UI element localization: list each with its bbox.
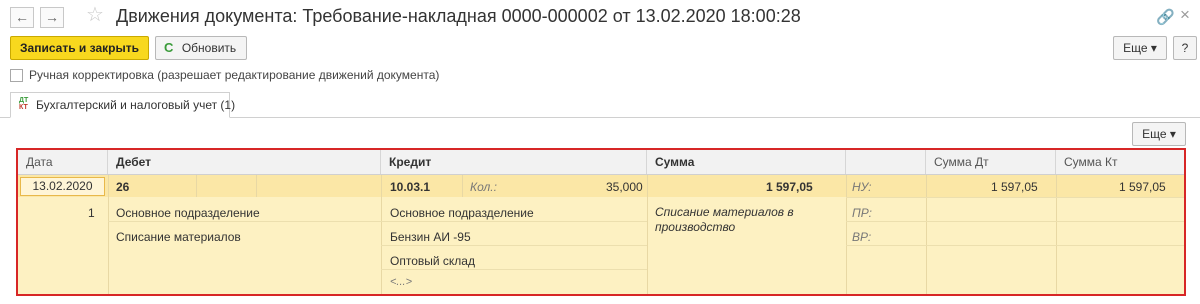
credit-subconto-4[interactable]: <...> xyxy=(390,276,412,288)
refresh-label: Обновить xyxy=(181,41,237,55)
grid-divider xyxy=(647,175,648,294)
grid-divider xyxy=(381,269,647,270)
manual-correction-label: Ручная корректировка (разрешает редактир… xyxy=(29,68,440,82)
grid-more-actions-button[interactable]: Еще ▾ xyxy=(1132,122,1186,146)
refresh-button[interactable]: C Обновить xyxy=(155,36,247,60)
debit-account[interactable]: 26 xyxy=(116,180,129,194)
quantity-value[interactable]: 35,000 xyxy=(606,180,643,194)
grid-divider xyxy=(196,175,197,197)
link-icon[interactable]: 🔗 xyxy=(1156,8,1175,26)
back-button[interactable]: ← xyxy=(10,7,34,28)
date-cell[interactable]: 13.02.2020 xyxy=(20,177,105,196)
dt-label: ДТ xyxy=(19,97,29,104)
forward-button[interactable]: → xyxy=(40,7,64,28)
grid-divider xyxy=(108,175,109,294)
column-header-amount-dt[interactable]: Сумма Дт xyxy=(926,150,1056,174)
quantity-label: Кол.: xyxy=(470,180,497,194)
tax-label-pr: ПР: xyxy=(852,206,872,220)
column-header-tax-type[interactable] xyxy=(846,150,926,174)
posting-description[interactable]: Списание материалов в производство xyxy=(655,205,835,235)
amount-kt-value[interactable]: 1 597,05 xyxy=(1119,180,1166,194)
arrow-right-icon: → xyxy=(45,9,59,25)
grid-divider xyxy=(381,175,382,294)
refresh-icon: C xyxy=(164,40,174,55)
manual-correction-checkbox[interactable] xyxy=(10,69,23,82)
grid-divider xyxy=(1056,175,1057,294)
credit-subconto-1[interactable]: Основное подразделение xyxy=(390,206,534,220)
tax-label-nu: НУ: xyxy=(852,180,872,194)
grid-divider xyxy=(846,175,847,294)
amount-value[interactable]: 1 597,05 xyxy=(766,180,813,194)
dt-kt-icon: ДТ КТ xyxy=(19,97,28,111)
debit-subconto-2[interactable]: Списание материалов xyxy=(116,230,241,244)
save-and-close-button[interactable]: Записать и закрыть xyxy=(10,36,149,60)
tab-label: Бухгалтерский и налоговый учет (1) xyxy=(36,98,236,112)
debit-subconto-1[interactable]: Основное подразделение xyxy=(116,206,260,220)
credit-subconto-2[interactable]: Бензин АИ -95 xyxy=(390,230,471,244)
grid-divider xyxy=(926,175,927,294)
help-button[interactable]: ? xyxy=(1173,36,1197,60)
postings-grid[interactable]: Дата Дебет Кредит Сумма Сумма Дт Сумма К… xyxy=(16,148,1186,296)
credit-account[interactable]: 10.03.1 xyxy=(390,180,430,194)
grid-divider xyxy=(846,221,1184,222)
row-number: 1 xyxy=(88,206,95,220)
window-title: Движения документа: Требование-накладная… xyxy=(116,6,801,26)
grid-divider xyxy=(846,197,1184,198)
column-header-date[interactable]: Дата xyxy=(18,150,108,174)
grid-divider xyxy=(381,245,647,246)
tab-accounting-tax[interactable]: ДТ КТ Бухгалтерский и налоговый учет (1) xyxy=(10,92,235,118)
amount-dt-value[interactable]: 1 597,05 xyxy=(991,180,1038,194)
grid-header: Дата Дебет Кредит Сумма Сумма Дт Сумма К… xyxy=(18,150,1184,175)
more-actions-button[interactable]: Еще ▾ xyxy=(1113,36,1167,60)
grid-divider xyxy=(108,221,647,222)
favorite-star-icon[interactable]: ☆ xyxy=(86,4,104,26)
kt-label: КТ xyxy=(19,104,28,111)
credit-subconto-3[interactable]: Оптовый склад xyxy=(390,254,475,268)
title-bar: ← → ☆ Движения документа: Требование-нак… xyxy=(0,0,1200,34)
column-header-debit[interactable]: Дебет xyxy=(108,150,381,174)
tax-label-vr: ВР: xyxy=(852,230,872,244)
arrow-left-icon: ← xyxy=(15,9,29,25)
grid-divider xyxy=(846,245,1184,246)
column-header-amount[interactable]: Сумма xyxy=(647,150,846,174)
grid-divider xyxy=(256,175,257,197)
column-header-amount-kt[interactable]: Сумма Кт xyxy=(1056,150,1184,174)
column-header-credit[interactable]: Кредит xyxy=(381,150,647,174)
grid-divider xyxy=(462,175,463,197)
close-icon[interactable]: × xyxy=(1180,5,1190,25)
